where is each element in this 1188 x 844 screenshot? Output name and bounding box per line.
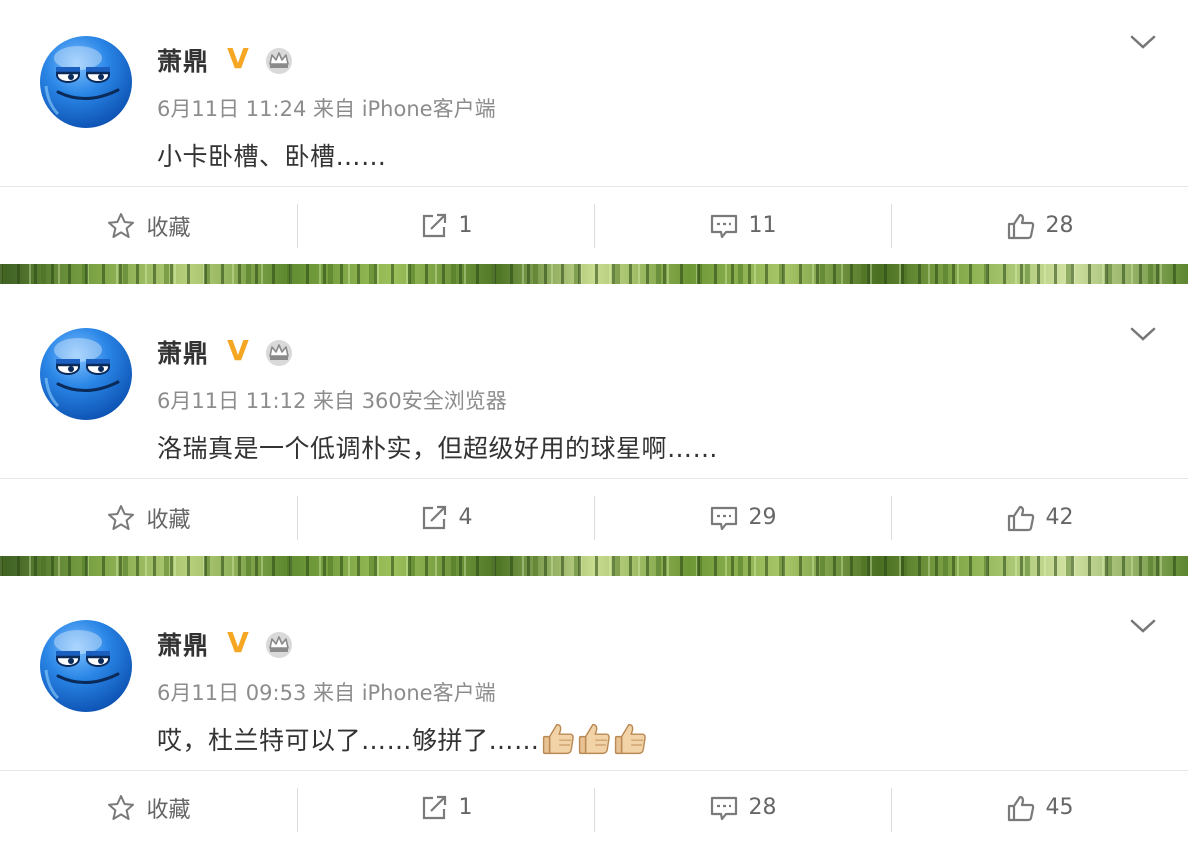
svg-text:V: V bbox=[227, 44, 249, 72]
repost-button[interactable]: 4 bbox=[297, 479, 594, 556]
avatar[interactable] bbox=[38, 326, 134, 422]
like-icon bbox=[1006, 793, 1036, 823]
like-button[interactable]: 42 bbox=[891, 479, 1188, 556]
star-icon bbox=[106, 211, 136, 241]
post-source[interactable]: iPhone客户端 bbox=[362, 97, 496, 121]
favorite-label: 收藏 bbox=[146, 507, 191, 533]
chevron-down-icon[interactable] bbox=[1128, 616, 1158, 636]
source-prefix: 来自 bbox=[313, 389, 355, 413]
comment-button[interactable]: 29 bbox=[594, 479, 891, 556]
post-source[interactable]: 360安全浏览器 bbox=[362, 389, 507, 413]
favorite-label: 收藏 bbox=[146, 215, 191, 241]
like-count: 45 bbox=[1045, 795, 1074, 820]
post-date: 6月11日 bbox=[157, 681, 240, 705]
star-icon bbox=[106, 793, 136, 823]
post-date: 6月11日 bbox=[157, 97, 240, 121]
source-prefix: 来自 bbox=[313, 97, 355, 121]
repost-button[interactable]: 1 bbox=[297, 771, 594, 844]
like-button[interactable]: 28 bbox=[891, 187, 1188, 264]
repost-button[interactable]: 1 bbox=[297, 187, 594, 264]
bamboo-banner-divider bbox=[0, 264, 1188, 284]
comment-icon bbox=[709, 503, 739, 533]
like-icon bbox=[1006, 211, 1036, 241]
post-text: 哎，杜兰特可以了……够拼了…… bbox=[157, 726, 540, 755]
comment-count: 29 bbox=[748, 505, 777, 530]
post-time: 09:53 bbox=[245, 681, 307, 705]
source-prefix: 来自 bbox=[313, 681, 355, 705]
author-name[interactable]: 萧鼎 bbox=[157, 626, 209, 662]
weibo-post: 萧鼎 V 6月11日 11:24 来自 iPhone客户端 小卡卧槽、卧槽…… … bbox=[0, 0, 1188, 264]
post-text-container: 哎，杜兰特可以了……够拼了…… bbox=[157, 721, 648, 757]
comment-button[interactable]: 11 bbox=[594, 187, 891, 264]
repost-count: 4 bbox=[458, 505, 473, 530]
like-count: 42 bbox=[1045, 505, 1074, 530]
vip-crown-icon bbox=[264, 46, 294, 74]
author-name[interactable]: 萧鼎 bbox=[157, 334, 209, 370]
comment-count: 28 bbox=[748, 795, 777, 820]
verified-v-icon: V bbox=[227, 628, 249, 656]
vip-crown-icon bbox=[264, 338, 294, 366]
repost-icon bbox=[419, 503, 449, 533]
repost-icon bbox=[419, 793, 449, 823]
post-meta: 6月11日 11:24 来自 iPhone客户端 bbox=[157, 93, 496, 123]
like-count: 28 bbox=[1045, 213, 1074, 238]
verified-v-icon: V bbox=[227, 336, 249, 364]
favorite-button[interactable]: 收藏 bbox=[0, 771, 297, 844]
thumbs-up-icon bbox=[540, 721, 576, 757]
svg-text:V: V bbox=[227, 336, 249, 364]
favorite-label: 收藏 bbox=[146, 797, 191, 823]
chevron-down-icon[interactable] bbox=[1128, 32, 1158, 52]
comment-icon bbox=[709, 211, 739, 241]
verified-v-icon: V bbox=[227, 44, 249, 72]
action-bar: 收藏 1 11 28 bbox=[0, 187, 1188, 264]
star-icon bbox=[106, 503, 136, 533]
post-meta: 6月11日 09:53 来自 iPhone客户端 bbox=[157, 677, 496, 707]
weibo-post: 萧鼎 V 6月11日 09:53 来自 iPhone客户端 哎，杜兰特可以了……… bbox=[0, 576, 1188, 844]
repost-count: 1 bbox=[458, 213, 473, 238]
post-text: 洛瑞真是一个低调朴实，但超级好用的球星啊…… bbox=[157, 434, 719, 463]
favorite-button[interactable]: 收藏 bbox=[0, 479, 297, 556]
comment-button[interactable]: 28 bbox=[594, 771, 891, 844]
action-bar: 收藏 1 28 45 bbox=[0, 771, 1188, 844]
bamboo-banner-divider bbox=[0, 556, 1188, 576]
action-bar: 收藏 4 29 42 bbox=[0, 479, 1188, 556]
like-button[interactable]: 45 bbox=[891, 771, 1188, 844]
post-date: 6月11日 bbox=[157, 389, 240, 413]
comment-icon bbox=[709, 793, 739, 823]
post-time: 11:24 bbox=[245, 97, 307, 121]
repost-count: 1 bbox=[458, 795, 473, 820]
avatar[interactable] bbox=[38, 618, 134, 714]
repost-icon bbox=[419, 211, 449, 241]
thumbs-up-icon bbox=[612, 721, 648, 757]
post-text: 小卡卧槽、卧槽…… bbox=[157, 142, 387, 171]
like-icon bbox=[1006, 503, 1036, 533]
thumbs-up-icon bbox=[576, 721, 612, 757]
vip-crown-icon bbox=[264, 630, 294, 658]
avatar[interactable] bbox=[38, 34, 134, 130]
svg-text:V: V bbox=[227, 628, 249, 656]
weibo-post: 萧鼎 V 6月11日 11:12 来自 360安全浏览器 洛瑞真是一个低调朴实，… bbox=[0, 284, 1188, 556]
post-time: 11:12 bbox=[245, 389, 307, 413]
post-source[interactable]: iPhone客户端 bbox=[362, 681, 496, 705]
chevron-down-icon[interactable] bbox=[1128, 324, 1158, 344]
favorite-button[interactable]: 收藏 bbox=[0, 187, 297, 264]
post-meta: 6月11日 11:12 来自 360安全浏览器 bbox=[157, 385, 507, 415]
comment-count: 11 bbox=[748, 213, 777, 238]
author-name[interactable]: 萧鼎 bbox=[157, 42, 209, 78]
